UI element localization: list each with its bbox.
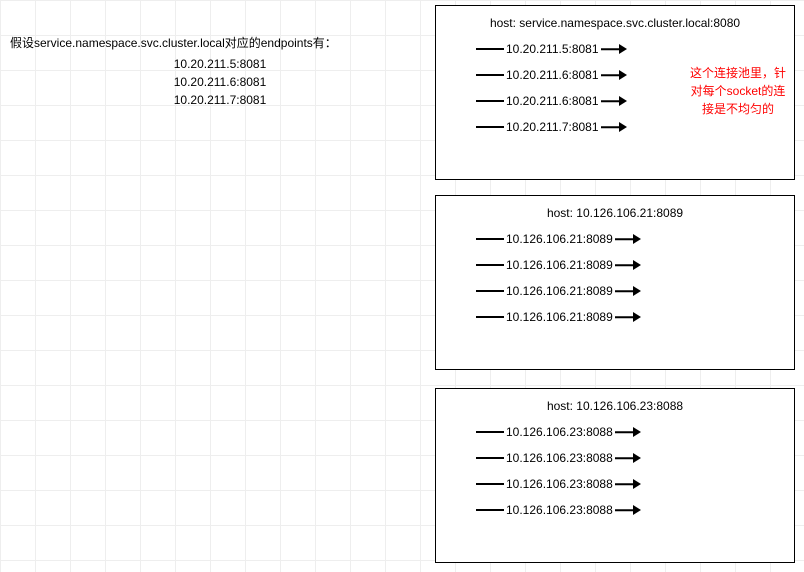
connection-endpoint: 10.126.106.23:8088 — [504, 503, 615, 517]
line-segment-icon — [476, 509, 504, 511]
endpoint-item: 10.20.211.6:8081 — [30, 73, 410, 91]
line-segment-icon — [476, 74, 504, 76]
arrow-right-icon — [615, 285, 643, 297]
arrow-right-icon — [601, 121, 629, 133]
connection-row: 10.126.106.21:8089 — [476, 232, 794, 246]
connection-endpoint: 10.126.106.21:8089 — [504, 284, 615, 298]
connection-endpoint: 10.20.211.5:8081 — [504, 42, 601, 56]
connection-rows: 10.126.106.21:8089 10.126.106.21:8089 10… — [436, 226, 794, 324]
connection-endpoint: 10.126.106.23:8088 — [504, 451, 615, 465]
connection-row: 10.126.106.23:8088 — [476, 503, 794, 517]
arrow-right-icon — [601, 69, 629, 81]
connection-row: 10.20.211.5:8081 — [476, 42, 794, 56]
line-segment-icon — [476, 290, 504, 292]
arrow-right-icon — [615, 259, 643, 271]
connection-endpoint: 10.126.106.21:8089 — [504, 310, 615, 324]
arrow-right-icon — [615, 452, 643, 464]
connection-endpoint: 10.126.106.23:8088 — [504, 477, 615, 491]
connection-row: 10.126.106.23:8088 — [476, 451, 794, 465]
line-segment-icon — [476, 100, 504, 102]
line-segment-icon — [476, 238, 504, 240]
line-segment-icon — [476, 126, 504, 128]
connection-endpoint: 10.20.211.6:8081 — [504, 68, 601, 82]
line-segment-icon — [476, 48, 504, 50]
pool-host-label: host: service.namespace.svc.cluster.loca… — [436, 6, 794, 36]
connection-rows: 10.126.106.23:8088 10.126.106.23:8088 10… — [436, 419, 794, 517]
pool-host-label: host: 10.126.106.23:8088 — [436, 389, 794, 419]
arrow-right-icon — [615, 233, 643, 245]
assumption-title: 假设service.namespace.svc.cluster.local对应的… — [10, 34, 410, 51]
connection-row: 10.126.106.23:8088 — [476, 425, 794, 439]
endpoint-list: 10.20.211.5:8081 10.20.211.6:8081 10.20.… — [10, 55, 410, 109]
arrow-right-icon — [615, 311, 643, 323]
endpoint-item: 10.20.211.5:8081 — [30, 55, 410, 73]
connection-endpoint: 10.126.106.21:8089 — [504, 258, 615, 272]
pool-box-1: host: service.namespace.svc.cluster.loca… — [435, 5, 795, 180]
connection-endpoint: 10.20.211.6:8081 — [504, 94, 601, 108]
connection-row: 10.126.106.21:8089 — [476, 258, 794, 272]
arrow-right-icon — [615, 478, 643, 490]
uneven-connections-note: 这个连接池里，针对每个socket的连接是不均匀的 — [690, 64, 786, 118]
assumption-block: 假设service.namespace.svc.cluster.local对应的… — [10, 34, 410, 109]
endpoint-item: 10.20.211.7:8081 — [30, 91, 410, 109]
connection-row: 10.126.106.21:8089 — [476, 310, 794, 324]
pool-box-3: host: 10.126.106.23:8088 10.126.106.23:8… — [435, 388, 795, 563]
pool-box-2: host: 10.126.106.21:8089 10.126.106.21:8… — [435, 195, 795, 370]
arrow-right-icon — [601, 43, 629, 55]
connection-endpoint: 10.126.106.23:8088 — [504, 425, 615, 439]
line-segment-icon — [476, 483, 504, 485]
arrow-right-icon — [601, 95, 629, 107]
line-segment-icon — [476, 431, 504, 433]
connection-endpoint: 10.20.211.7:8081 — [504, 120, 601, 134]
connection-endpoint: 10.126.106.21:8089 — [504, 232, 615, 246]
connection-row: 10.126.106.21:8089 — [476, 284, 794, 298]
pool-host-label: host: 10.126.106.21:8089 — [436, 196, 794, 226]
line-segment-icon — [476, 457, 504, 459]
connection-row: 10.20.211.7:8081 — [476, 120, 794, 134]
line-segment-icon — [476, 264, 504, 266]
line-segment-icon — [476, 316, 504, 318]
connection-row: 10.126.106.23:8088 — [476, 477, 794, 491]
arrow-right-icon — [615, 426, 643, 438]
arrow-right-icon — [615, 504, 643, 516]
